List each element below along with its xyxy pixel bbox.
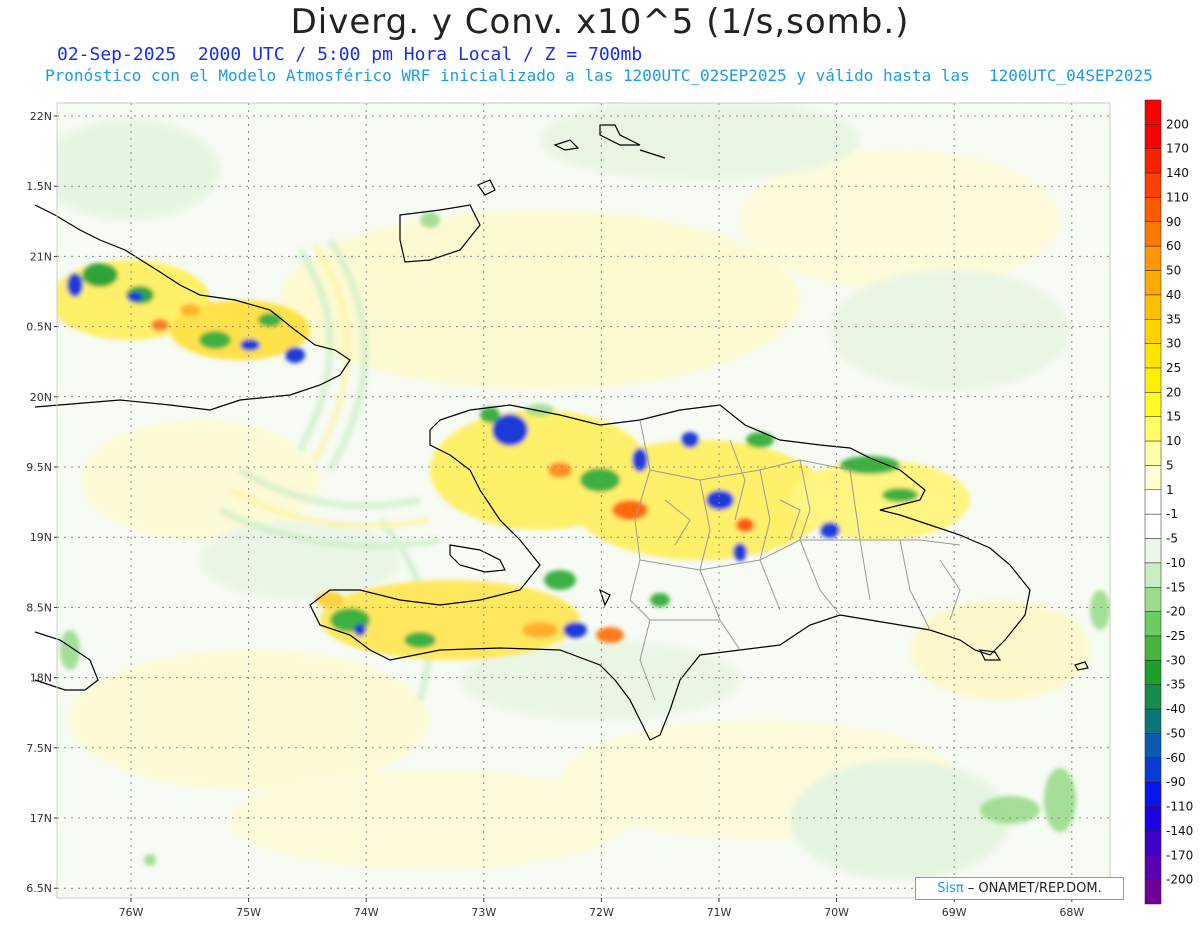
colorbar-swatch (1144, 465, 1162, 491)
colorbar-swatch (1144, 197, 1162, 223)
colorbar-swatch (1144, 367, 1162, 393)
colorbar-swatch (1144, 440, 1162, 466)
colorbar-label: -110 (1166, 800, 1193, 814)
colorbar-swatch (1144, 538, 1162, 564)
colorbar-swatch (1144, 392, 1162, 417)
lat-tick-label: 7.5N (26, 742, 52, 755)
colorbar-label: -90 (1166, 775, 1186, 789)
colorbar-swatch (1144, 270, 1162, 296)
colorbar-label: 90 (1166, 215, 1181, 229)
colorbar-label: -40 (1166, 702, 1186, 716)
colorbar-label: 5 (1166, 458, 1174, 472)
colorbar-swatch (1144, 830, 1162, 856)
lon-tick-label: 74W (354, 906, 379, 919)
colorbar-swatch (1144, 489, 1162, 515)
colorbar-swatch (1144, 660, 1162, 685)
lat-tick-label: 19N (30, 531, 52, 544)
colorbar-swatch (1144, 587, 1162, 612)
colorbar-label: -170 (1166, 848, 1193, 862)
lat-tick-label: 0.5N (26, 321, 52, 334)
colorbar-label: 10 (1166, 434, 1181, 448)
lon-tick-label: 72W (589, 906, 614, 919)
colorbar-label: 170 (1166, 142, 1189, 156)
divergence-map: 22N 1.5N 21N 0.5N 20N 9.5N 19N 8.5N 18N 7.5N 17N 6.… (26, 99, 1193, 919)
colorbar-label: 25 (1166, 361, 1181, 375)
colorbar-swatch (1144, 562, 1162, 588)
colorbar-swatch (1144, 855, 1162, 880)
colorbar-swatch (1144, 879, 1162, 905)
colorbar-label: 110 (1166, 190, 1189, 204)
lat-tick-label: 1.5N (26, 180, 52, 193)
lon-tick-label: 71W (707, 906, 732, 919)
colorbar-label: -20 (1166, 605, 1186, 619)
colorbar-label: -15 (1166, 580, 1186, 594)
colorbar-label: -25 (1166, 629, 1186, 643)
colorbar-label: -200 (1166, 873, 1193, 887)
colorbar-label: 1 (1166, 483, 1174, 497)
lat-tick-label: 21N (30, 250, 52, 263)
colorbar-swatch (1144, 781, 1162, 807)
colorbar-label: 50 (1166, 264, 1181, 278)
colorbar-swatch (1144, 172, 1162, 198)
lat-tick-label: 17N (30, 812, 52, 825)
lat-tick-label: 18N (30, 672, 52, 685)
lat-tick-label: 20N (30, 391, 52, 404)
colorbar-swatch (1144, 245, 1162, 271)
lon-tick-label: 73W (471, 906, 496, 919)
colorbar-swatch (1144, 148, 1162, 174)
lat-tick-label: 8.5N (26, 601, 52, 614)
colorbar-swatch (1144, 343, 1162, 369)
longitude-axis: 76W 75W 74W 73W 72W 71W 70W 69W 68W (119, 898, 1084, 919)
lon-tick-label: 76W (119, 906, 144, 919)
colorbar-label: 35 (1166, 312, 1181, 326)
lat-tick-label: 22N (30, 110, 52, 123)
lat-tick-label: 6.5N (26, 882, 52, 895)
colorbar-label: 15 (1166, 410, 1181, 424)
sispi-brand: Sisπ (937, 881, 964, 896)
colorbar-label: 60 (1166, 239, 1181, 253)
colorbar-label: -10 (1166, 556, 1186, 570)
colorbar-swatch (1144, 733, 1162, 759)
colorbar-swatch (1144, 708, 1162, 734)
colorbar-label: -1 (1166, 507, 1178, 521)
colorbar: 200 170 140 110 90 60 50 40 35 30 25 20 15 10 5 1 -1 -5 -1… (1144, 99, 1193, 905)
colorbar-swatch (1144, 684, 1162, 710)
colorbar-swatch (1144, 124, 1162, 149)
lon-tick-label: 75W (236, 906, 261, 919)
colorbar-label: -60 (1166, 751, 1186, 765)
colorbar-label: 200 (1166, 117, 1189, 131)
lat-tick-label: 9.5N (26, 461, 52, 474)
colorbar-swatch (1144, 416, 1162, 442)
colorbar-label: 140 (1166, 166, 1189, 180)
colorbar-label: -50 (1166, 726, 1186, 740)
credit-organization: – ONAMET/REP.DOM. (967, 881, 1102, 896)
lon-tick-label: 69W (942, 906, 967, 919)
colorbar-label: 40 (1166, 288, 1181, 302)
latitude-axis: 22N 1.5N 21N 0.5N 20N 9.5N 19N 8.5N 18N 7.5N 17N 6.… (26, 110, 57, 895)
colorbar-swatch (1144, 319, 1162, 344)
colorbar-swatch (1144, 635, 1162, 661)
colorbar-label: -30 (1166, 653, 1186, 667)
colorbar-label: -35 (1166, 678, 1186, 692)
credit-box: Sisπ – ONAMET/REP.DOM. (915, 877, 1124, 900)
lon-tick-label: 68W (1059, 906, 1084, 919)
colorbar-swatch (1144, 294, 1162, 320)
colorbar-swatch (1144, 611, 1162, 637)
colorbar-label: 20 (1166, 385, 1181, 399)
lon-tick-label: 70W (824, 906, 849, 919)
colorbar-swatch (1144, 806, 1162, 832)
colorbar-swatch (1144, 757, 1162, 783)
colorbar-swatch (1144, 513, 1162, 539)
colorbar-swatch (1144, 221, 1162, 247)
colorbar-label: 30 (1166, 337, 1181, 351)
colorbar-label: -140 (1166, 824, 1193, 838)
colorbar-swatch (1144, 99, 1162, 125)
colorbar-label: -5 (1166, 532, 1178, 546)
